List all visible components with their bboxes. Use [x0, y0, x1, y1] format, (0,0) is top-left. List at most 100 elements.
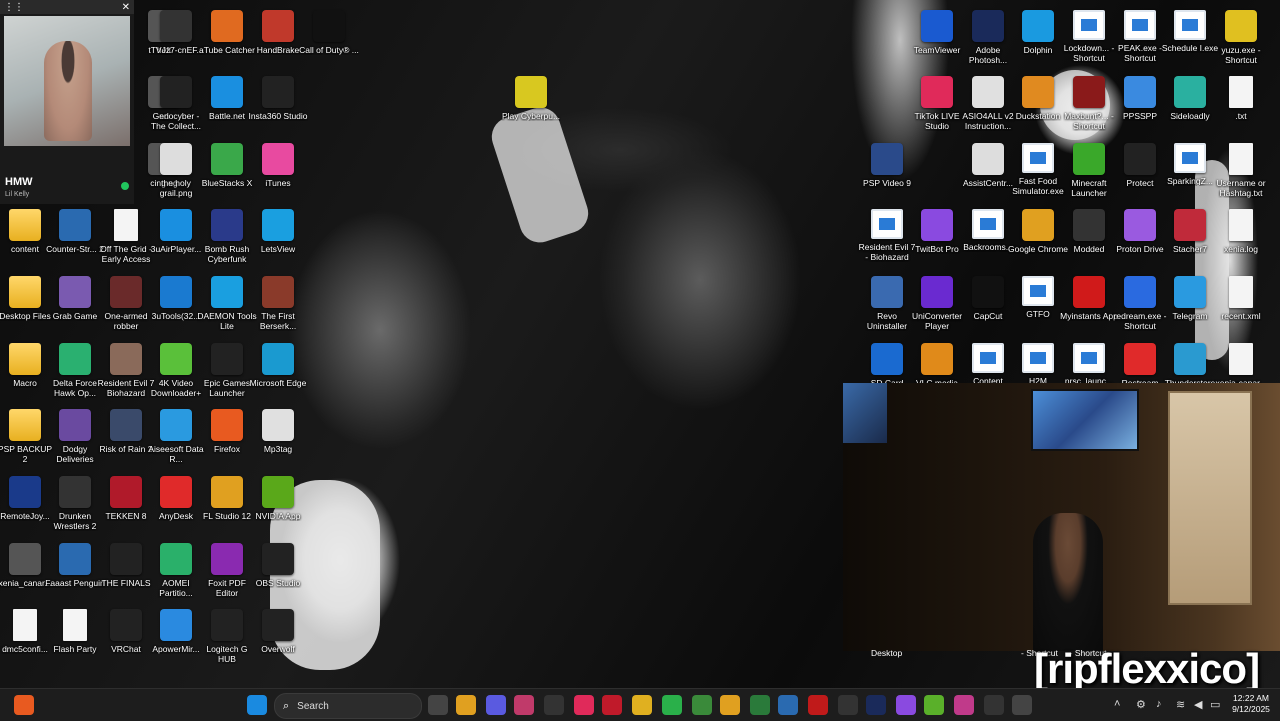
app-icon	[110, 476, 142, 508]
taskbar-app-icon[interactable]	[692, 695, 712, 715]
app-icon	[1124, 76, 1156, 108]
taskbar-app-icon[interactable]	[896, 695, 916, 715]
clock[interactable]: 12:22 AM 9/12/2025	[1226, 693, 1276, 715]
app-icon	[211, 143, 243, 175]
desktop-icon[interactable]: Microsoft Edge	[248, 343, 308, 388]
desktop-icon[interactable]: xenia-canar...	[1211, 343, 1271, 388]
app-icon	[1174, 10, 1206, 40]
icon-label: PSP Video 9	[863, 178, 911, 188]
app-icon	[262, 543, 294, 575]
app-icon	[160, 543, 192, 575]
app-icon	[211, 343, 243, 375]
app-icon	[211, 10, 243, 42]
taskbar-app-icon[interactable]	[838, 695, 858, 715]
close-icon[interactable]: ✕	[122, 2, 130, 13]
app-icon	[1073, 143, 1105, 175]
app-icon	[160, 10, 192, 42]
viewer-titlebar[interactable]: ⋮⋮ ✕	[0, 0, 134, 14]
app-icon	[59, 409, 91, 441]
app-icon	[160, 143, 192, 175]
app-icon	[160, 343, 192, 375]
desktop-icon[interactable]: LetsView	[248, 209, 308, 254]
app-icon	[1073, 276, 1105, 308]
taskbar-app-icon[interactable]	[778, 695, 798, 715]
app-icon	[59, 543, 91, 575]
taskbar-app-icon[interactable]	[247, 695, 267, 715]
app-icon	[1225, 10, 1257, 42]
desktop-icon[interactable]: The First Berserk...	[248, 276, 308, 331]
desktop-icon[interactable]: Play Cyberpu...	[501, 76, 561, 121]
taskbar-app-icon[interactable]	[954, 695, 974, 715]
taskbar-app-icon[interactable]	[720, 695, 740, 715]
desktop-icon[interactable]: xenia.log	[1211, 209, 1271, 254]
taskbar-app-icon[interactable]	[486, 695, 506, 715]
drag-handle-icon[interactable]: ⋮⋮	[4, 2, 24, 13]
chevron-up-icon[interactable]: ˄	[1114, 698, 1120, 710]
taskbar: ⌕ Search ˄ ⚙ ♪ ≋ ◀ ▭ 12:22 AM 9/12/2025	[0, 688, 1280, 721]
network-tray-icon[interactable]: ⚙	[1136, 698, 1146, 711]
microphone-icon[interactable]: ♪	[1156, 698, 1162, 710]
desktop-icon[interactable]: recent.xml	[1211, 276, 1271, 321]
desktop-icon[interactable]: iTunes	[248, 143, 308, 188]
taskbar-app-icon[interactable]	[924, 695, 944, 715]
app-icon	[110, 409, 142, 441]
taskbar-app-icon[interactable]	[662, 695, 682, 715]
app-icon	[871, 276, 903, 308]
taskbar-app-icon[interactable]	[866, 695, 886, 715]
taskbar-app-icon[interactable]	[750, 695, 770, 715]
app-icon	[1229, 143, 1253, 175]
desktop-icon[interactable]: OBS Studio	[248, 543, 308, 588]
desktop-icon[interactable]: Call of Duty® ...	[299, 10, 359, 55]
desktop-icon[interactable]: Username or Hashtag.txt	[1211, 143, 1271, 198]
taskbar-app-icon[interactable]	[984, 695, 1004, 715]
app-icon	[9, 409, 41, 441]
app-icon	[972, 143, 1004, 175]
desktop-icon[interactable]: Insta360 Studio	[248, 76, 308, 121]
taskbar-app-icon[interactable]	[808, 695, 828, 715]
taskbar-app-icon[interactable]	[14, 695, 34, 715]
search-box[interactable]: ⌕ Search	[274, 693, 422, 719]
icon-label: OBS Studio	[255, 578, 301, 588]
desktop-icon[interactable]: yuzu.exe - Shortcut	[1211, 10, 1271, 65]
taskbar-app-icon[interactable]	[544, 695, 564, 715]
icon-label: .txt	[1235, 111, 1247, 121]
desktop-icon[interactable]: .txt	[1211, 76, 1271, 121]
taskbar-app-icon[interactable]	[602, 695, 622, 715]
app-icon	[211, 543, 243, 575]
app-icon	[211, 609, 243, 641]
icon-label: Call of Duty® ...	[299, 45, 359, 55]
app-icon	[972, 209, 1004, 239]
taskbar-app-icon[interactable]	[1012, 695, 1032, 715]
volume-icon[interactable]: ◀	[1194, 698, 1202, 711]
app-icon	[59, 476, 91, 508]
battery-icon[interactable]: ▭	[1210, 698, 1220, 711]
app-icon	[59, 209, 91, 241]
taskbar-app-icon[interactable]	[514, 695, 534, 715]
search-placeholder: Search	[297, 700, 329, 712]
clock-time: 12:22 AM	[1233, 693, 1269, 703]
app-icon	[110, 543, 142, 575]
app-icon	[921, 76, 953, 108]
taskbar-app-icon[interactable]	[456, 695, 476, 715]
app-icon	[110, 276, 142, 308]
app-icon	[313, 10, 345, 42]
desktop-icon[interactable]: NVIDIA App	[248, 476, 308, 521]
clock-date: 9/12/2025	[1232, 704, 1270, 714]
taskbar-app-icon[interactable]	[632, 695, 652, 715]
desktop-icon[interactable]: Overwolf	[248, 609, 308, 654]
icon-label: iTunes	[265, 178, 291, 188]
desktop-icon[interactable]: Mp3tag	[248, 409, 308, 454]
app-icon	[1022, 143, 1054, 173]
app-icon	[114, 209, 138, 241]
app-icon	[9, 476, 41, 508]
desktop-icon[interactable]: PSP Video 9	[857, 143, 917, 188]
taskbar-app-icon[interactable]	[574, 695, 594, 715]
media-viewer-widget[interactable]: ⋮⋮ ✕ HMW Lil Kelly	[0, 0, 134, 204]
app-icon	[871, 209, 903, 239]
icon-label: LetsView	[260, 244, 296, 254]
icon-label: NVIDIA App	[255, 511, 301, 521]
app-icon	[921, 10, 953, 42]
wifi-icon[interactable]: ≋	[1176, 698, 1185, 711]
taskbar-app-icon[interactable]	[428, 695, 448, 715]
app-icon	[1124, 276, 1156, 308]
